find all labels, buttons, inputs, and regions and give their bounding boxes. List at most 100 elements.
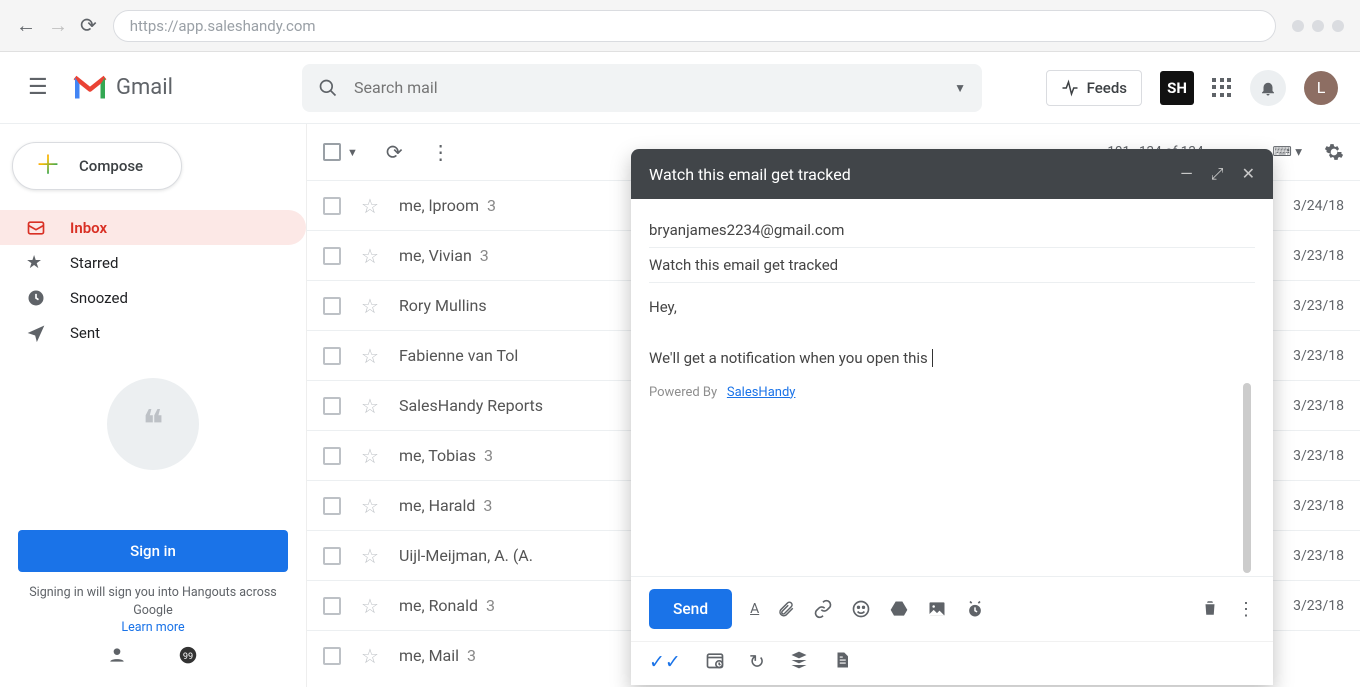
reload-button[interactable]: ⟳: [80, 13, 97, 38]
row-checkbox[interactable]: [323, 397, 341, 415]
subject-field[interactable]: Watch this email get tracked: [649, 248, 1255, 283]
feeds-button[interactable]: Feeds: [1046, 70, 1142, 106]
attach-icon[interactable]: [777, 600, 795, 618]
search-box[interactable]: ▼: [302, 64, 982, 112]
email-date: 3/24/18: [1293, 198, 1344, 214]
user-avatar[interactable]: L: [1304, 71, 1338, 105]
link-icon[interactable]: [813, 599, 833, 619]
star-icon[interactable]: ☆: [361, 594, 379, 618]
star-icon[interactable]: ☆: [361, 244, 379, 268]
saleshandy-link[interactable]: SalesHandy: [727, 385, 796, 400]
star-icon[interactable]: ☆: [361, 344, 379, 368]
back-button[interactable]: ←: [16, 13, 36, 38]
search-icon: [318, 78, 338, 98]
templates-icon[interactable]: [789, 650, 809, 673]
gmail-logo[interactable]: Gmail: [72, 74, 302, 102]
sender: me, Mail 3: [399, 646, 476, 665]
powered-by: Powered By SalesHandy: [649, 382, 1255, 404]
sender: SalesHandy Reports: [399, 396, 543, 415]
emoji-icon[interactable]: [851, 599, 871, 619]
sidebar: ＋ Compose Inbox ★ Starred Snoozed Sent ❝…: [0, 124, 306, 687]
select-dropdown-icon[interactable]: ▼: [347, 146, 358, 159]
row-checkbox[interactable]: [323, 547, 341, 565]
image-icon[interactable]: [927, 599, 947, 619]
drive-icon[interactable]: [889, 599, 909, 619]
to-field[interactable]: bryanjames2234@gmail.com: [649, 213, 1255, 248]
notifications-icon[interactable]: [1250, 70, 1286, 106]
menu-icon[interactable]: ☰: [28, 75, 52, 100]
forward-button[interactable]: →: [48, 13, 68, 38]
document-icon[interactable]: [833, 650, 851, 673]
browser-bar: ← → ⟳ https://app.saleshandy.com: [0, 0, 1360, 52]
compose-footer: Send A ⋮: [631, 576, 1273, 641]
star-icon: ★: [26, 252, 48, 273]
hangouts-balloon-icon[interactable]: 99: [177, 645, 199, 667]
compose-scrollbar[interactable]: [1243, 383, 1251, 573]
sidebar-item-inbox[interactable]: Inbox: [0, 210, 306, 245]
person-icon[interactable]: [107, 645, 127, 667]
apps-icon[interactable]: [1212, 78, 1232, 98]
body-line: Hey,: [649, 295, 1255, 321]
star-icon[interactable]: ☆: [361, 544, 379, 568]
compose-header[interactable]: Watch this email get tracked — ⤢ ✕: [631, 149, 1273, 199]
row-checkbox[interactable]: [323, 197, 341, 215]
signin-button[interactable]: Sign in: [18, 530, 288, 572]
schedule-icon[interactable]: [965, 599, 985, 619]
svg-text:99: 99: [183, 652, 193, 662]
row-checkbox[interactable]: [323, 347, 341, 365]
search-input[interactable]: [354, 78, 954, 97]
star-icon[interactable]: ☆: [361, 294, 379, 318]
star-icon[interactable]: ☆: [361, 494, 379, 518]
send-button[interactable]: Send: [649, 589, 732, 629]
row-checkbox[interactable]: [323, 447, 341, 465]
format-icon[interactable]: A: [750, 601, 759, 617]
more-options-icon[interactable]: ⋮: [1237, 599, 1255, 620]
sidebar-item-snoozed[interactable]: Snoozed: [0, 280, 306, 315]
star-icon[interactable]: ☆: [361, 644, 379, 668]
learn-more-link[interactable]: Learn more: [121, 620, 184, 635]
plus-icon: ＋: [35, 153, 61, 179]
compose-title: Watch this email get tracked: [649, 165, 851, 184]
keyboard-icon[interactable]: ⌨ ▾: [1272, 144, 1302, 160]
saleshandy-badge[interactable]: SH: [1160, 71, 1194, 105]
saleshandy-toolbar: ✓✓ ↻: [631, 641, 1273, 685]
tracking-icon[interactable]: ✓✓: [649, 650, 681, 673]
url-bar[interactable]: https://app.saleshandy.com: [113, 10, 1276, 42]
email-date: 3/23/18: [1293, 298, 1344, 314]
row-checkbox[interactable]: [323, 647, 341, 665]
select-all-checkbox[interactable]: [323, 143, 341, 161]
email-date: 3/23/18: [1293, 448, 1344, 464]
star-icon[interactable]: ☆: [361, 194, 379, 218]
feeds-label: Feeds: [1087, 79, 1127, 97]
minimize-icon[interactable]: —: [1180, 164, 1193, 184]
sidebar-label: Snoozed: [70, 289, 128, 307]
star-icon[interactable]: ☆: [361, 444, 379, 468]
calendar-icon[interactable]: [705, 650, 725, 673]
search-dropdown-icon[interactable]: ▼: [954, 81, 966, 95]
refresh-template-icon[interactable]: ↻: [749, 650, 765, 673]
expand-icon[interactable]: ⤢: [1211, 164, 1224, 184]
settings-icon[interactable]: [1324, 142, 1344, 162]
email-date: 3/23/18: [1293, 498, 1344, 514]
refresh-icon[interactable]: ⟳: [386, 140, 403, 164]
hangouts-icon: ❝: [107, 378, 199, 470]
inbox-icon: [26, 218, 48, 238]
row-checkbox[interactable]: [323, 497, 341, 515]
row-checkbox[interactable]: [323, 597, 341, 615]
row-checkbox[interactable]: [323, 297, 341, 315]
compose-label: Compose: [79, 157, 143, 175]
pulse-icon: [1061, 79, 1079, 97]
sender: me, Tobias 3: [399, 446, 493, 465]
email-date: 3/23/18: [1293, 398, 1344, 414]
sidebar-item-sent[interactable]: Sent: [0, 315, 306, 350]
close-icon[interactable]: ✕: [1242, 164, 1255, 184]
compose-body[interactable]: Hey, We'll get a notification when you o…: [649, 283, 1255, 576]
sender: me, lproom 3: [399, 196, 496, 215]
star-icon[interactable]: ☆: [361, 394, 379, 418]
sidebar-item-starred[interactable]: ★ Starred: [0, 245, 306, 280]
more-icon[interactable]: ⋮: [431, 140, 451, 164]
window-dots: [1292, 20, 1344, 32]
row-checkbox[interactable]: [323, 247, 341, 265]
compose-button[interactable]: ＋ Compose: [12, 142, 182, 190]
trash-icon[interactable]: [1201, 599, 1219, 620]
